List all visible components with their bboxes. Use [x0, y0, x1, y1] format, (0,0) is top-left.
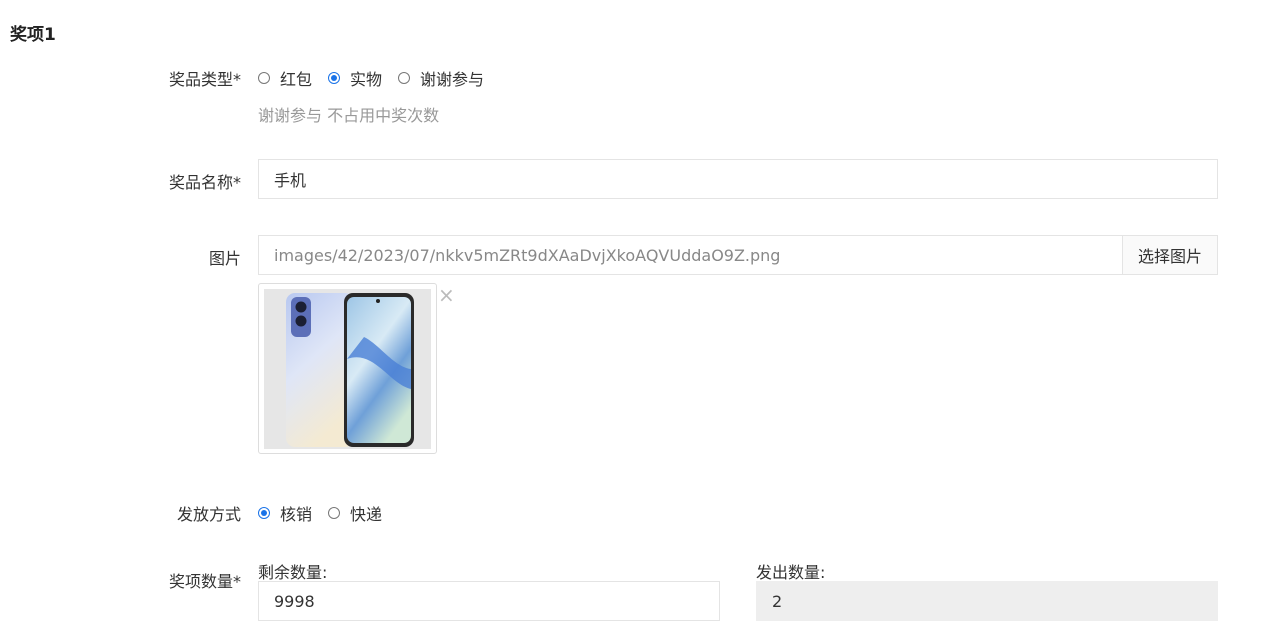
- prize-type-label: 奖品类型*: [168, 70, 241, 89]
- prize-name-input[interactable]: 手机: [258, 159, 1218, 199]
- image-thumbnail: [258, 283, 437, 454]
- phone-image: [264, 289, 431, 449]
- prize-type-option-physical[interactable]: 实物: [328, 66, 382, 90]
- option-label: 核销: [280, 505, 313, 524]
- option-label: 谢谢参与: [420, 70, 485, 89]
- option-label: 快递: [350, 505, 383, 524]
- image-path-input[interactable]: images/42/2023/07/nkkv5mZRt9dXAaDvjXkoAQ…: [258, 235, 1123, 275]
- close-icon[interactable]: ×: [438, 283, 455, 307]
- prize-type-hint: 谢谢参与 不占用中奖次数: [258, 106, 440, 125]
- issued-quantity-label: 发出数量:: [756, 563, 826, 582]
- image-label: 图片: [208, 249, 241, 268]
- radio-checked-icon[interactable]: [328, 72, 341, 84]
- prize-name-label: 奖品名称*: [168, 173, 241, 192]
- remaining-quantity-input[interactable]: 9998: [258, 581, 720, 621]
- delivery-option-express[interactable]: 快递: [328, 501, 382, 525]
- remaining-quantity-label: 剩余数量:: [258, 563, 328, 582]
- prize-type-radio-group: 红包 实物 谢谢参与: [258, 66, 500, 90]
- delivery-option-verify[interactable]: 核销: [258, 501, 312, 525]
- quantity-label: 奖项数量*: [168, 572, 241, 591]
- image-path-value: images/42/2023/07/nkkv5mZRt9dXAaDvjXkoAQ…: [274, 245, 781, 265]
- option-label: 红包: [280, 70, 313, 89]
- option-label: 实物: [350, 70, 383, 89]
- section-title: 奖项1: [10, 25, 56, 45]
- select-image-button[interactable]: 选择图片: [1122, 235, 1218, 275]
- radio-unchecked-icon[interactable]: [258, 72, 270, 84]
- issued-quantity-value: 2: [772, 591, 783, 611]
- phone-illustration: [286, 293, 414, 447]
- prize-type-option-thanks[interactable]: 谢谢参与: [398, 66, 484, 90]
- prize-name-value: 手机: [274, 171, 307, 190]
- radio-unchecked-icon[interactable]: [398, 72, 411, 84]
- remaining-quantity-value: 9998: [274, 591, 315, 611]
- radio-checked-icon[interactable]: [258, 507, 270, 519]
- delivery-label: 发放方式: [176, 505, 241, 524]
- delivery-radio-group: 核销 快递: [258, 501, 398, 525]
- prize-type-option-red-packet[interactable]: 红包: [258, 66, 312, 90]
- issued-quantity-input: 2: [756, 581, 1218, 621]
- radio-unchecked-icon[interactable]: [328, 507, 341, 519]
